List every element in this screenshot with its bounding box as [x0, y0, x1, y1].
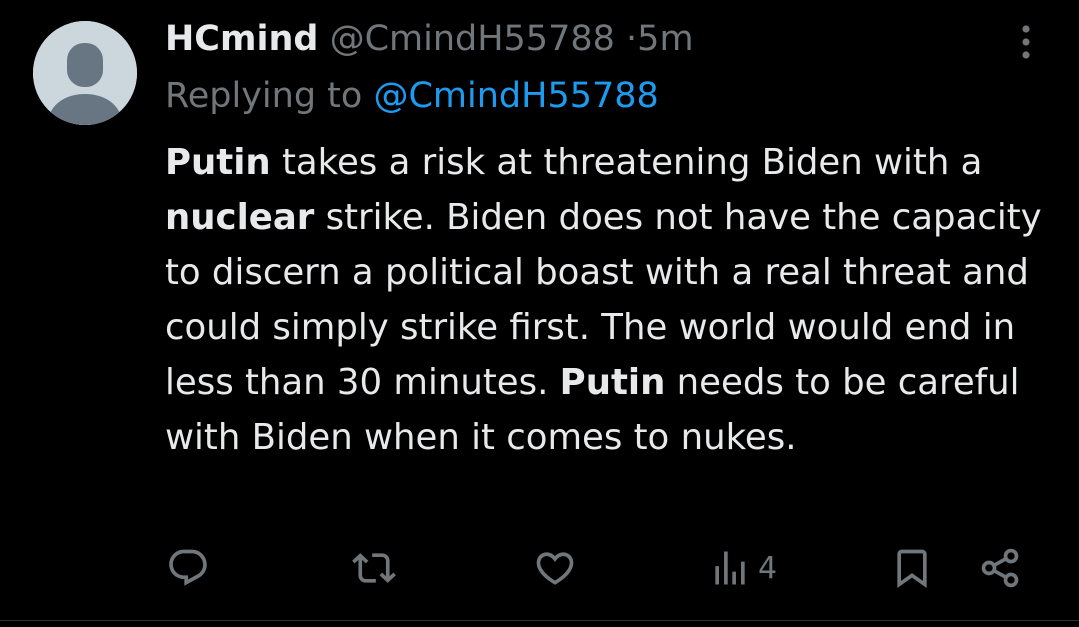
bold-text: Putin	[165, 142, 271, 183]
timestamp[interactable]: 5m	[637, 19, 693, 59]
user-handle[interactable]: @CmindH55788	[330, 19, 615, 59]
reply-mention-link[interactable]: @CmindH55788	[373, 76, 658, 116]
divider	[0, 620, 1079, 621]
tweet[interactable]: HCmind @CmindH55788 ·5m Replying to @Cmi…	[0, 0, 1079, 627]
bold-text: nuclear	[165, 197, 315, 238]
separator-dot: ·	[626, 19, 638, 59]
tweet-text: Putin takes a risk at threatening Biden …	[165, 135, 1045, 465]
default-avatar-icon	[33, 21, 137, 125]
reply-icon	[169, 549, 207, 586]
retweet-button[interactable]	[352, 540, 396, 596]
views-count: 4	[758, 550, 778, 586]
text-segment: takes a risk at threatening Biden with a	[270, 142, 983, 183]
heart-icon	[536, 552, 574, 585]
like-button[interactable]	[533, 540, 577, 596]
more-options-button[interactable]	[1008, 22, 1044, 62]
share-button[interactable]	[978, 540, 1022, 596]
views-icon	[715, 551, 745, 585]
bookmark-button[interactable]	[890, 540, 934, 596]
replying-to-label: Replying to	[165, 76, 363, 116]
replying-to: Replying to @CmindH55788	[165, 74, 659, 118]
share-icon	[981, 548, 1019, 588]
bookmark-icon	[897, 549, 927, 589]
more-vertical-icon	[1022, 25, 1030, 59]
reply-button[interactable]	[166, 540, 210, 596]
action-bar: 4	[0, 540, 1079, 600]
bold-text: Putin	[559, 362, 666, 403]
retweet-icon	[352, 553, 396, 583]
tweet-header: HCmind @CmindH55788 ·5m	[165, 17, 694, 61]
avatar[interactable]	[33, 21, 137, 125]
display-name[interactable]: HCmind	[165, 19, 318, 59]
views-button[interactable]: 4	[708, 540, 777, 596]
